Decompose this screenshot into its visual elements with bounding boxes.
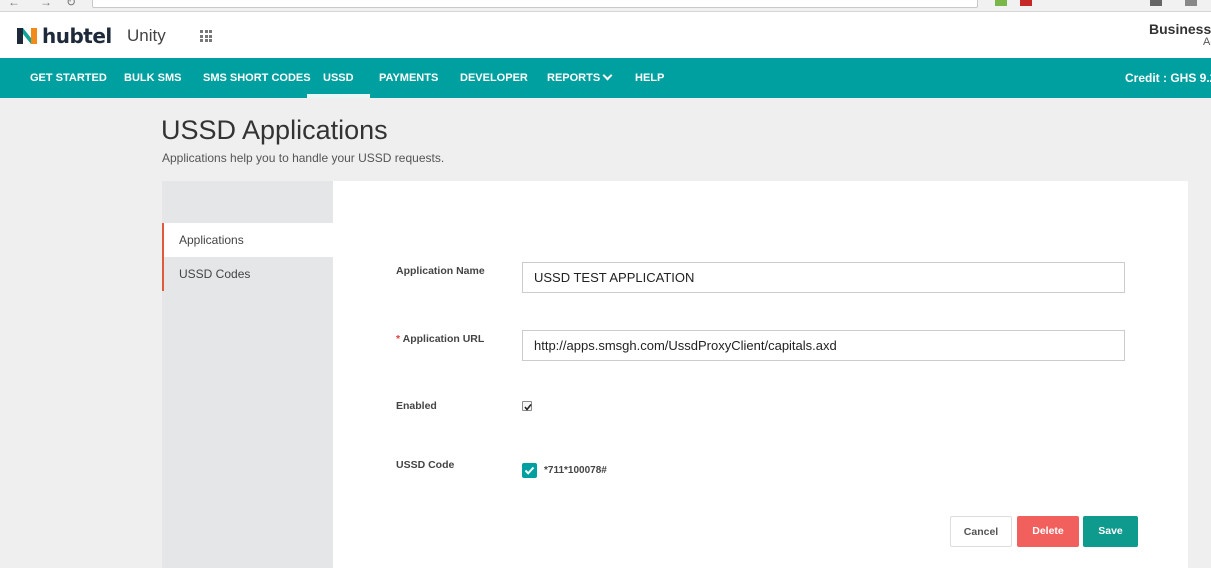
- page-subtitle: Applications help you to handle your USS…: [162, 151, 445, 165]
- main-nav: GET STARTED BULK SMS SMS SHORT CODES USS…: [0, 58, 1211, 98]
- logo-text: hubtel: [42, 24, 112, 48]
- extension-icon[interactable]: [1020, 0, 1032, 6]
- hubtel-logo[interactable]: hubtel: [16, 24, 112, 48]
- app-url-label-text: Application URL: [402, 333, 485, 345]
- back-icon[interactable]: ←: [8, 0, 20, 9]
- sidebar-item-applications[interactable]: Applications: [162, 223, 333, 257]
- sidebar: Applications USSD Codes: [162, 181, 333, 568]
- required-mark: *: [396, 333, 401, 345]
- app-name-label: Application Name: [396, 265, 485, 277]
- check-icon: [524, 466, 535, 475]
- ussd-code-label: USSD Code: [396, 459, 455, 471]
- check-icon: [524, 404, 532, 411]
- address-bar[interactable]: [92, 0, 978, 8]
- menu-icon[interactable]: [1185, 0, 1197, 6]
- nav-help[interactable]: HELP: [635, 58, 664, 98]
- app-url-label: * Application URL: [396, 333, 484, 345]
- app-name-input[interactable]: USSD TEST APPLICATION: [522, 262, 1125, 293]
- enabled-label: Enabled: [396, 400, 437, 412]
- nav-ussd[interactable]: USSD: [307, 58, 369, 98]
- page-title: USSD Applications: [161, 115, 388, 145]
- browser-toolbar: ← → ↻: [0, 0, 1211, 12]
- delete-button[interactable]: Delete: [1017, 516, 1079, 547]
- nav-sms-short-codes[interactable]: SMS SHORT CODES: [203, 58, 311, 98]
- ussd-code-value: *711*100078#: [544, 465, 607, 476]
- sidebar-item-label: USSD Codes: [179, 267, 251, 281]
- hubtel-logo-icon: [17, 28, 37, 44]
- cancel-button[interactable]: Cancel: [950, 516, 1012, 547]
- product-name: Unity: [127, 26, 166, 45]
- nav-developer[interactable]: DEVELOPER: [460, 58, 528, 98]
- menu-icon[interactable]: [1150, 0, 1162, 6]
- ussd-code-checkbox[interactable]: [522, 463, 537, 478]
- app-url-input[interactable]: http://apps.smsgh.com/UssdProxyClient/ca…: [522, 330, 1125, 361]
- nav-reports[interactable]: REPORTS: [547, 58, 613, 98]
- reload-icon[interactable]: ↻: [66, 0, 76, 9]
- nav-reports-label: REPORTS: [547, 72, 601, 84]
- extension-icon[interactable]: [995, 0, 1007, 6]
- enabled-checkbox[interactable]: [522, 401, 532, 411]
- app-header: hubtel Unity Business Ac: [0, 12, 1211, 58]
- account-subtitle: Ac: [1203, 36, 1211, 48]
- nav-payments[interactable]: PAYMENTS: [379, 58, 438, 98]
- application-form: Application Name USSD TEST APPLICATION *…: [333, 181, 1188, 568]
- account-name[interactable]: Business: [1149, 21, 1211, 37]
- sidebar-item-label: Applications: [179, 233, 244, 247]
- credit-balance: Credit : GHS 9.2: [1125, 71, 1211, 85]
- sidebar-item-ussd-codes[interactable]: USSD Codes: [162, 257, 333, 291]
- apps-grid-icon[interactable]: [200, 30, 212, 42]
- nav-get-started[interactable]: GET STARTED: [30, 58, 107, 98]
- nav-bulk-sms[interactable]: BULK SMS: [124, 58, 181, 98]
- save-button[interactable]: Save: [1083, 516, 1138, 547]
- forward-icon[interactable]: →: [40, 0, 52, 9]
- chevron-down-icon: [602, 70, 613, 81]
